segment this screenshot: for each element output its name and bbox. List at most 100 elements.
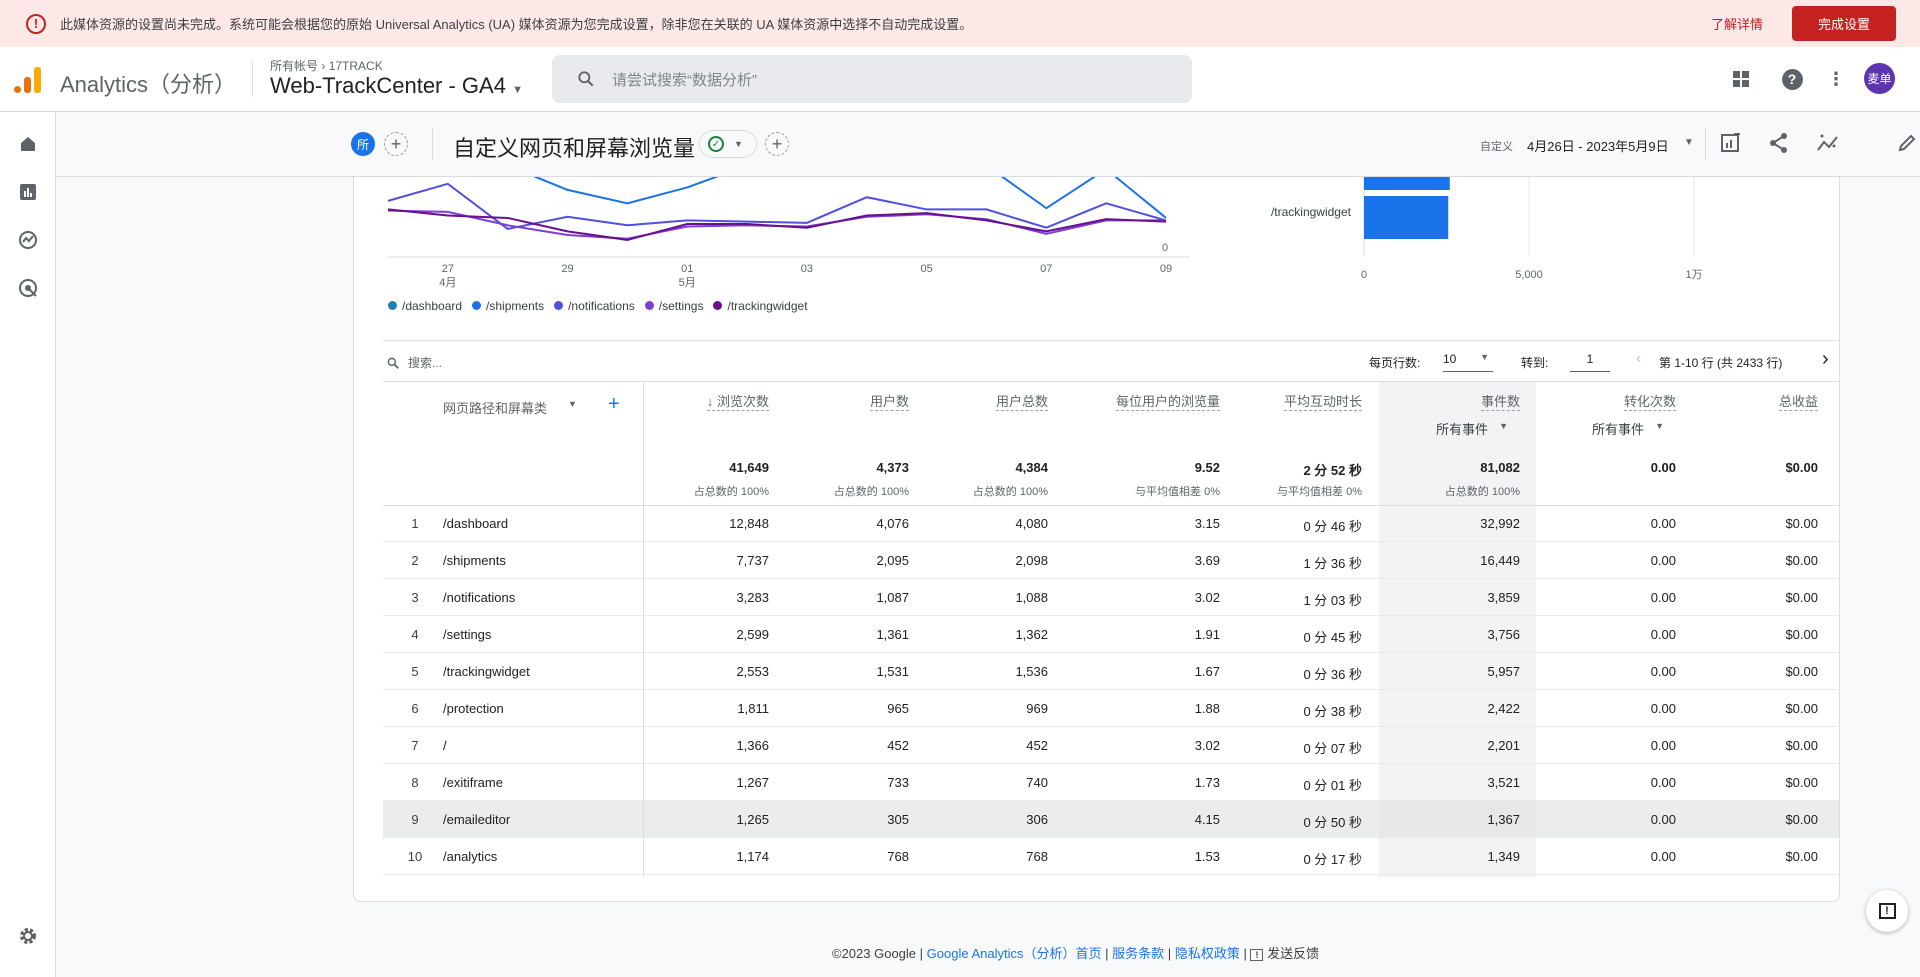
column-header-label: 总收益 xyxy=(1778,394,1818,409)
chevron-down-icon[interactable]: ▼ xyxy=(1499,421,1508,431)
page-path[interactable]: /dashboard xyxy=(443,516,508,531)
column-header[interactable]: 总收益 xyxy=(1778,394,1818,411)
event-filter-dropdown[interactable]: 所有事件 xyxy=(1592,419,1644,438)
chevron-down-icon[interactable]: ▼ xyxy=(568,399,577,409)
page-path[interactable]: /notifications xyxy=(443,590,515,605)
goto-page-input[interactable]: 1 xyxy=(1570,350,1610,372)
row-index: 5 xyxy=(411,664,419,679)
add-dimension-button[interactable]: + xyxy=(608,393,620,416)
column-header[interactable]: 用户数 xyxy=(869,394,909,411)
page-path[interactable]: /protection xyxy=(443,701,504,716)
chevron-down-icon[interactable]: ▼ xyxy=(1684,137,1694,148)
column-header[interactable]: 每位用户的浏览量 xyxy=(1115,394,1220,411)
cell-value: 3.02 xyxy=(1194,590,1220,605)
column-header[interactable]: 平均互动时长 xyxy=(1283,394,1362,411)
report-status-dropdown[interactable]: ✓ ▼ xyxy=(699,130,757,158)
cell-value: 0 分 07 秒 xyxy=(1303,741,1362,756)
page-path[interactable]: /settings xyxy=(443,627,491,642)
page-path[interactable]: /shipments xyxy=(443,553,506,568)
cell-value: 1.88 xyxy=(1194,701,1220,716)
cell-value: 32,992 xyxy=(1480,516,1520,531)
column-header[interactable]: 用户总数 xyxy=(995,394,1048,411)
cell-value: 1.73 xyxy=(1194,775,1220,790)
privacy-link[interactable]: 隐私权政策 xyxy=(1175,946,1240,961)
cell-value: $0.00 xyxy=(1785,775,1818,790)
report-toolbar: 所 + 自定义网页和屏幕浏览量 ✓ ▼ + 自定义 4月26日 - 2023年5… xyxy=(56,112,1920,177)
page-path[interactable]: / xyxy=(443,738,447,753)
date-range-picker[interactable]: 4月26日 - 2023年5月9日 xyxy=(1527,136,1669,155)
table-row[interactable]: 1/dashboard 12,848 4,076 4,080 3.15 0 分 46 秒 3… xyxy=(383,505,1840,542)
table-row[interactable]: 7 / 1,366 452 452 3.02 0 分 07 秒 2,201 0.00 $0.00 xyxy=(383,727,1840,764)
table-row[interactable]: 8/exitiframe 1,267 733 740 1.73 0 分 01 秒 3,521… xyxy=(383,764,1840,801)
sort-desc-icon: ↓ xyxy=(706,394,717,409)
legend-item[interactable]: /shipments xyxy=(472,299,544,313)
separator: | xyxy=(919,946,924,961)
table-row[interactable]: 3/notifications 3,283 1,087 1,088 3.02 1 分 03… xyxy=(383,579,1840,616)
table-row[interactable]: 5/trackingwidget 2,553 1,531 1,536 1.67 0 分 3… xyxy=(383,653,1840,690)
legend-item[interactable]: /settings xyxy=(644,299,704,313)
comparison-chip-all-users[interactable]: 所 xyxy=(351,132,375,156)
chevron-down-icon: ▼ xyxy=(734,139,743,149)
cell-value: 306 xyxy=(1026,812,1048,827)
legend-item[interactable]: /dashboard xyxy=(388,299,462,313)
page-path[interactable]: /emaileditor xyxy=(443,812,510,827)
terms-link[interactable]: 服务条款 xyxy=(1112,946,1164,961)
rows-per-page-select[interactable]: 10 ▼ xyxy=(1443,350,1493,372)
separator: | xyxy=(1105,946,1109,961)
ga-home-link[interactable]: Google Analytics（分析）首页 xyxy=(927,946,1102,961)
cell-value: 4,076 xyxy=(876,516,909,531)
send-feedback-link[interactable]: 发送反馈 xyxy=(1267,946,1319,961)
add-comparison-icon[interactable]: + xyxy=(384,132,408,156)
legend-label: /settings xyxy=(658,299,704,313)
cell-value: 0.00 xyxy=(1650,775,1676,790)
column-total-sub: 占总数的 100% xyxy=(833,486,909,498)
page-path[interactable]: /exitiframe xyxy=(443,775,503,790)
dimension-header[interactable]: 网页路径和屏幕类 xyxy=(443,398,547,417)
prev-page-icon[interactable]: ‹ xyxy=(1636,350,1641,368)
x-tick-label: 5,000 xyxy=(1515,269,1543,281)
insights-icon[interactable] xyxy=(1816,132,1840,154)
cell-value: 1,087 xyxy=(876,590,909,605)
cell-value: $0.00 xyxy=(1785,812,1818,827)
feedback-button[interactable]: ! xyxy=(1866,890,1908,932)
share-icon[interactable] xyxy=(1768,132,1790,154)
next-page-icon[interactable]: › xyxy=(1822,348,1829,371)
event-filter-dropdown[interactable]: 所有事件 xyxy=(1436,419,1488,438)
cell-value: 1 分 03 秒 xyxy=(1303,593,1362,608)
x-tick-label: 1万 xyxy=(1685,269,1702,281)
chevron-down-icon[interactable]: ▼ xyxy=(1655,421,1664,431)
edit-pencil-icon[interactable] xyxy=(1896,132,1918,154)
customize-report-icon[interactable] xyxy=(1720,132,1742,154)
column-header-label: 用户数 xyxy=(869,394,909,409)
column-header[interactable]: 转化次数 xyxy=(1623,394,1676,411)
table-row[interactable]: 4/settings 2,599 1,361 1,362 1.91 0 分 45 秒 3,7… xyxy=(383,616,1840,653)
column-header[interactable]: 事件数 xyxy=(1480,394,1520,411)
cell-value: 16,449 xyxy=(1480,553,1520,568)
cell-value: 3,756 xyxy=(1487,627,1520,642)
add-filter-icon[interactable]: + xyxy=(765,132,789,156)
bar[interactable] xyxy=(1364,196,1449,239)
page-path[interactable]: /analytics xyxy=(443,849,497,864)
table-row[interactable]: 2/shipments 7,737 2,095 2,098 3.69 1 分 36 秒 16… xyxy=(383,542,1840,579)
legend-item[interactable]: /notifications xyxy=(554,299,635,313)
legend-label: /trackingwidget xyxy=(727,299,808,313)
separator: | xyxy=(1243,946,1247,961)
table-row[interactable]: 9/emaileditor 1,265 305 306 4.15 0 分 50 秒 1,36… xyxy=(383,801,1840,838)
column-header[interactable]: ↓ 浏览次数 xyxy=(706,394,769,411)
page-path[interactable]: /trackingwidget xyxy=(443,664,530,679)
column-header-label: 事件数 xyxy=(1480,394,1520,409)
feedback-icon: ! xyxy=(1878,903,1896,919)
table-row[interactable]: 6/protection 1,811 965 969 1.88 0 分 38 秒 2,422… xyxy=(383,690,1840,727)
cell-value: 0 分 17 秒 xyxy=(1303,852,1362,867)
legend-item[interactable]: /trackingwidget xyxy=(713,299,808,313)
copyright: ©2023 Google xyxy=(832,946,917,961)
row-index: 3 xyxy=(411,590,419,605)
table-search-input[interactable]: 搜索... xyxy=(386,354,686,371)
cell-value: 0.00 xyxy=(1650,553,1676,568)
cell-value: 0 分 01 秒 xyxy=(1303,778,1362,793)
cell-value: 5,957 xyxy=(1487,664,1520,679)
x-tick-label: 29 xyxy=(561,263,573,275)
cell-value: 7,737 xyxy=(736,553,769,568)
table-row[interactable]: 10/analytics 1,174 768 768 1.53 0 分 17 秒 1,349… xyxy=(383,838,1840,875)
column-header-label: 平均互动时长 xyxy=(1283,394,1362,409)
